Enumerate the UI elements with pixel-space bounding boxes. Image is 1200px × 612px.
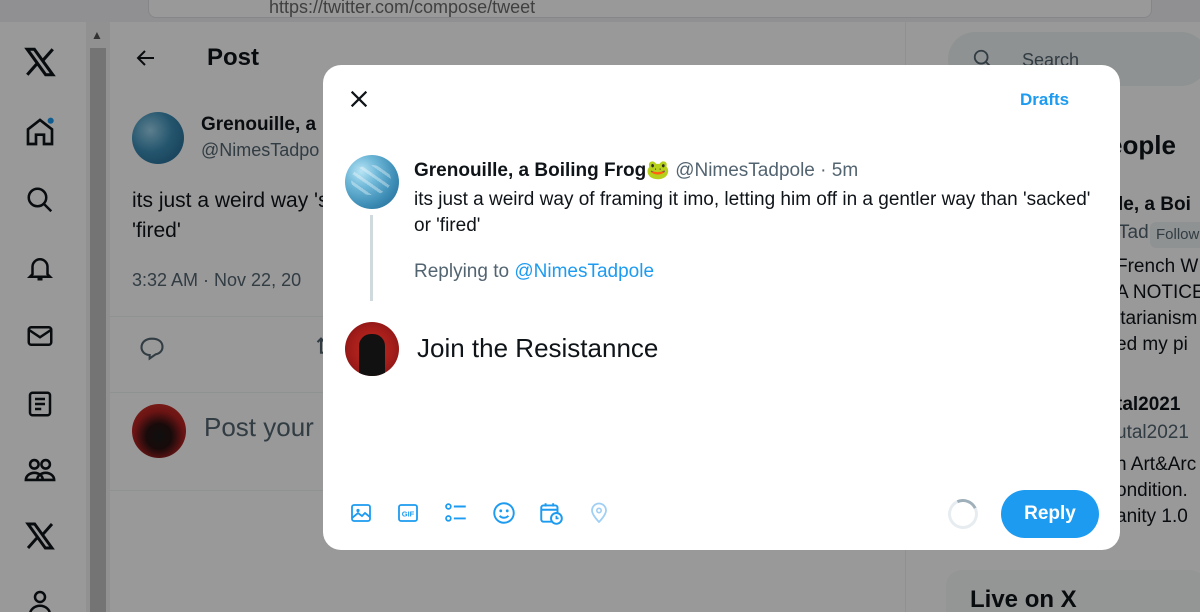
compose-textarea[interactable]: Join the Resistannce bbox=[417, 333, 658, 364]
original-tweet-header: Grenouille, a Boiling Frog🐸 @NimesTadpol… bbox=[414, 158, 858, 182]
svg-text:GIF: GIF bbox=[402, 510, 415, 519]
character-count-ring bbox=[943, 494, 983, 534]
original-author-handle[interactable]: @NimesTadpole bbox=[675, 160, 815, 181]
drafts-button[interactable]: Drafts bbox=[1020, 90, 1069, 110]
schedule-icon[interactable] bbox=[535, 497, 567, 529]
dot-separator: · bbox=[814, 160, 832, 181]
tweet-time[interactable]: 5m bbox=[832, 160, 858, 181]
image-icon[interactable] bbox=[345, 497, 377, 529]
current-user-avatar[interactable] bbox=[345, 322, 399, 376]
gif-icon[interactable]: GIF bbox=[392, 497, 424, 529]
location-icon[interactable] bbox=[583, 497, 615, 529]
frog-emoji: 🐸 bbox=[646, 160, 670, 181]
close-icon[interactable] bbox=[345, 85, 373, 113]
reply-modal: Drafts Grenouille, a Boiling Frog🐸 @Nime… bbox=[323, 65, 1120, 550]
replying-to-handle[interactable]: @NimesTadpole bbox=[514, 261, 654, 282]
original-author-avatar[interactable] bbox=[345, 155, 399, 209]
replying-to-label: Replying to bbox=[414, 261, 515, 282]
emoji-icon[interactable] bbox=[488, 497, 520, 529]
avatar-figure bbox=[359, 334, 385, 376]
replying-to-line: Replying to @NimesTadpole bbox=[414, 261, 654, 283]
thread-connector bbox=[370, 215, 373, 301]
poll-icon[interactable] bbox=[440, 497, 472, 529]
original-author-name[interactable]: Grenouille, a Boiling Frog bbox=[414, 160, 646, 181]
reply-button[interactable]: Reply bbox=[1001, 490, 1099, 538]
original-tweet-text: its just a weird way of framing it imo, … bbox=[414, 189, 1091, 236]
